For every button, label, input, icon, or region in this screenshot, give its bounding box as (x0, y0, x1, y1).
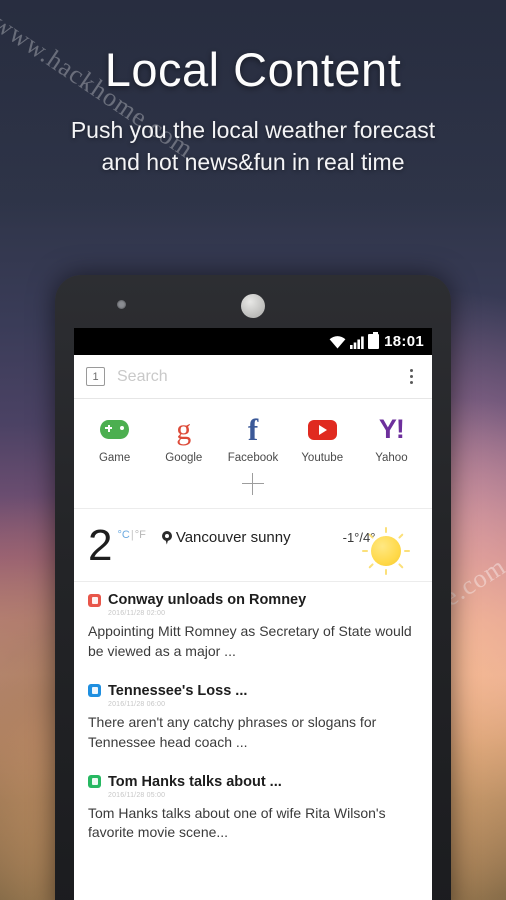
news-description: Tom Hanks talks about one of wife Rita W… (88, 804, 386, 841)
news-feed: Conway unloads on Romney 2016/11/28 02:0… (74, 582, 432, 854)
shortcut-facebook[interactable]: f Facebook (218, 412, 287, 464)
shortcut-yahoo[interactable]: Y! Yahoo (357, 412, 426, 465)
list-item[interactable]: Tennessee's Loss ... 2016/11/28 06:00 Th… (88, 673, 418, 764)
news-header: Tennessee's Loss ... (88, 683, 418, 699)
news-title: Conway unloads on Romney (108, 592, 307, 608)
news-timestamp: 2016/11/28 05:00 (108, 791, 166, 799)
promo-subtitle: Push you the local weather forecast and h… (70, 116, 436, 176)
shortcut-game[interactable]: Game (80, 412, 149, 464)
tab-count-button[interactable]: 1 (86, 367, 105, 386)
shortcut-google[interactable]: g Google (149, 412, 218, 465)
status-bar-clock: 18:01 (384, 333, 424, 350)
shortcut-label: Yahoo (375, 452, 408, 464)
news-source-icon (88, 593, 101, 607)
news-title: Tennessee's Loss ... (108, 682, 248, 699)
shortcut-label: Youtube (301, 452, 344, 464)
signal-icon (350, 335, 364, 349)
google-g-icon: g (176, 413, 192, 446)
phone-screen: 18:01 1 Search Game g Google f Facebook (74, 328, 432, 900)
shortcuts-row: Game g Google f Facebook Youtube Y! Yaho… (80, 412, 426, 464)
search-input[interactable]: Search (117, 368, 400, 386)
news-source-icon (88, 684, 101, 698)
phone-top-bezel (55, 275, 451, 328)
battery-icon (368, 332, 380, 349)
youtube-play-icon (307, 414, 338, 445)
add-shortcut-row (80, 464, 426, 508)
front-camera-icon (117, 300, 126, 309)
yahoo-y-icon: Y! (378, 414, 405, 444)
earpiece-speaker-icon (241, 294, 265, 318)
promo-text-block: Local Content Push you the local weather… (0, 44, 506, 179)
search-bar[interactable]: 1 Search (74, 355, 432, 399)
weather-widget[interactable]: 2 °C | °F Vancouver sunny -1°/4° (74, 509, 432, 581)
gamepad-icon (99, 414, 130, 445)
add-shortcut-cell (86, 473, 420, 495)
shortcut-youtube[interactable]: Youtube (288, 412, 357, 464)
weather-temperature: 2 (88, 521, 113, 570)
status-bar: 18:01 (74, 328, 432, 355)
shortcut-label: Facebook (227, 452, 279, 464)
facebook-f-icon: f (247, 412, 259, 447)
shortcut-label: Game (98, 452, 131, 464)
unit-celsius[interactable]: °C (117, 529, 129, 541)
weather-details: Vancouver sunny (161, 525, 291, 546)
location-pin-icon (161, 530, 172, 545)
overflow-menu-icon[interactable] (400, 369, 422, 384)
unit-separator: | (130, 529, 134, 541)
news-header: Tom Hanks talks about ... (88, 774, 418, 790)
shortcut-label: Google (165, 452, 203, 464)
promo-title: Local Content (104, 43, 402, 96)
wifi-icon (329, 335, 346, 349)
list-item[interactable]: Conway unloads on Romney 2016/11/28 02:0… (88, 582, 418, 673)
news-source-icon (88, 775, 101, 788)
news-header: Conway unloads on Romney (88, 592, 418, 608)
list-item[interactable]: Tom Hanks talks about ... 2016/11/28 05:… (88, 764, 418, 855)
shortcuts-grid: Game g Google f Facebook Youtube Y! Yaho… (74, 399, 432, 508)
news-description: Appointing Mitt Romney as Secretary of S… (88, 623, 412, 659)
weather-location-line: Vancouver sunny (161, 529, 291, 546)
news-timestamp: 2016/11/28 06:00 (108, 700, 166, 708)
phone-mockup: 18:01 1 Search Game g Google f Facebook (55, 275, 451, 900)
news-description: There aren't any catchy phrases or sloga… (88, 713, 377, 750)
news-title: Tom Hanks talks about ... (108, 773, 282, 790)
unit-fahrenheit[interactable]: °F (135, 529, 146, 541)
sun-icon (362, 527, 410, 575)
news-timestamp: 2016/11/28 02:00 (108, 610, 166, 617)
temperature-unit-toggle[interactable]: °C | °F (117, 529, 145, 541)
plus-icon[interactable] (242, 473, 264, 495)
weather-location: Vancouver sunny (175, 529, 291, 546)
